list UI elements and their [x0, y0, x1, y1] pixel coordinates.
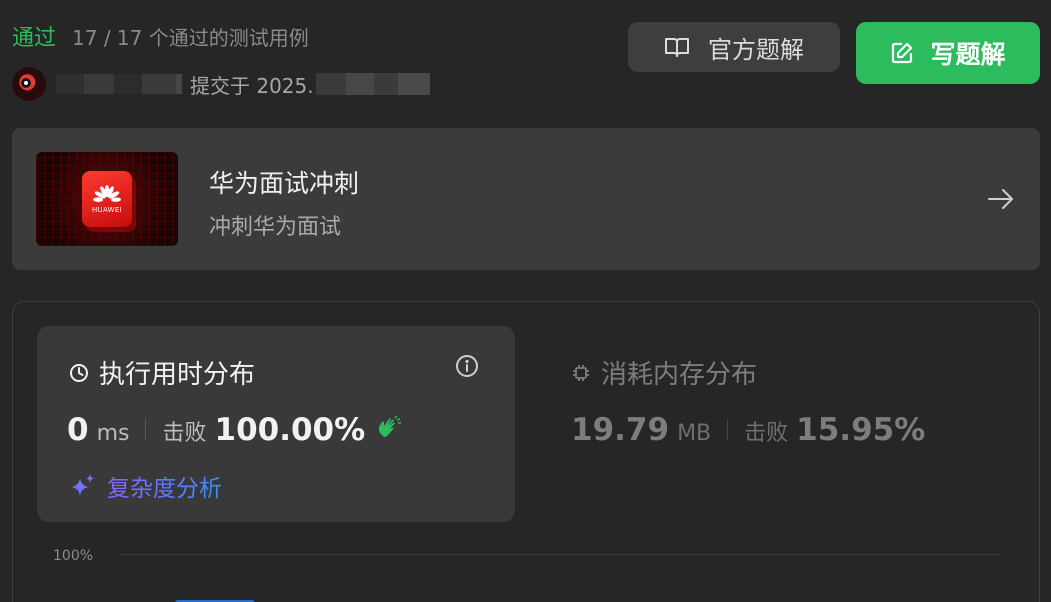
edit-icon: [890, 41, 914, 65]
status-row: 通过 17 / 17 个通过的测试用例: [12, 20, 309, 52]
write-solution-label: 写题解: [930, 40, 1006, 69]
memory-tab[interactable]: 消耗内存分布: [571, 354, 757, 391]
memory-beats-value: 15.95%: [796, 412, 926, 448]
y-axis-top-label: 100%: [53, 548, 94, 564]
submission-detail: 通过 17 / 17 个通过的测试用例 提交于 2025. 官方题解 写题解 H…: [0, 0, 1051, 602]
memory-values: 19.79 MB 击败 15.95%: [571, 412, 925, 448]
clap-icon: [375, 415, 402, 444]
study-plan-title: 华为面试冲刺: [209, 169, 360, 198]
memory-title-text: 消耗内存分布: [601, 360, 758, 390]
submitted-at: 提交于 2025.: [190, 73, 314, 98]
runtime-card[interactable]: 执行用时分布 0 ms 击败 100.00% 复杂度分析: [37, 326, 515, 522]
test-count: 17 / 17 个通过的测试用例: [72, 26, 309, 50]
memory-unit: MB: [677, 421, 712, 446]
runtime-beats-label: 击败: [162, 421, 207, 446]
arrow-right-icon: [986, 184, 1016, 218]
status-accepted: 通过: [12, 26, 57, 51]
runtime-title-text: 执行用时分布: [99, 360, 256, 390]
chip-icon: [571, 363, 591, 383]
runtime-value: 0: [67, 412, 89, 448]
redacted-username: [56, 64, 182, 104]
write-solution-button[interactable]: 写题解: [856, 22, 1040, 84]
study-plan-thumbnail: HUAWEI: [36, 152, 178, 246]
runtime-unit: ms: [96, 421, 130, 446]
redacted-timestamp: [315, 62, 430, 106]
runtime-title: 执行用时分布: [69, 354, 255, 391]
official-solution-label: 官方题解: [708, 35, 804, 64]
submission-info: 提交于 2025.: [12, 64, 430, 104]
complexity-analysis-link[interactable]: 复杂度分析: [69, 469, 222, 503]
avatar[interactable]: [12, 67, 46, 101]
chart-gridline: [120, 554, 1000, 555]
divider: [727, 419, 729, 441]
performance-panel: 执行用时分布 0 ms 击败 100.00% 复杂度分析 消耗内存分布 19.7…: [12, 301, 1040, 602]
runtime-values: 0 ms 击败 100.00%: [67, 412, 402, 448]
memory-value: 19.79: [571, 412, 670, 448]
info-icon[interactable]: [455, 354, 479, 382]
huawei-logo-text: HUAWEI: [91, 206, 122, 214]
study-plan-subtitle: 冲刺华为面试: [209, 215, 342, 240]
huawei-logo-icon: HUAWEI: [82, 171, 132, 227]
official-solution-button[interactable]: 官方题解: [628, 22, 840, 72]
sparkle-icon: [69, 472, 97, 500]
book-icon: [664, 36, 690, 58]
study-plan-card[interactable]: HUAWEI 华为面试冲刺 冲刺华为面试: [12, 128, 1040, 270]
clock-icon: [69, 363, 89, 383]
divider: [145, 419, 147, 441]
memory-beats-label: 击败: [744, 421, 789, 446]
runtime-beats-value: 100.00%: [214, 412, 366, 448]
complexity-analysis-label: 复杂度分析: [107, 469, 222, 503]
